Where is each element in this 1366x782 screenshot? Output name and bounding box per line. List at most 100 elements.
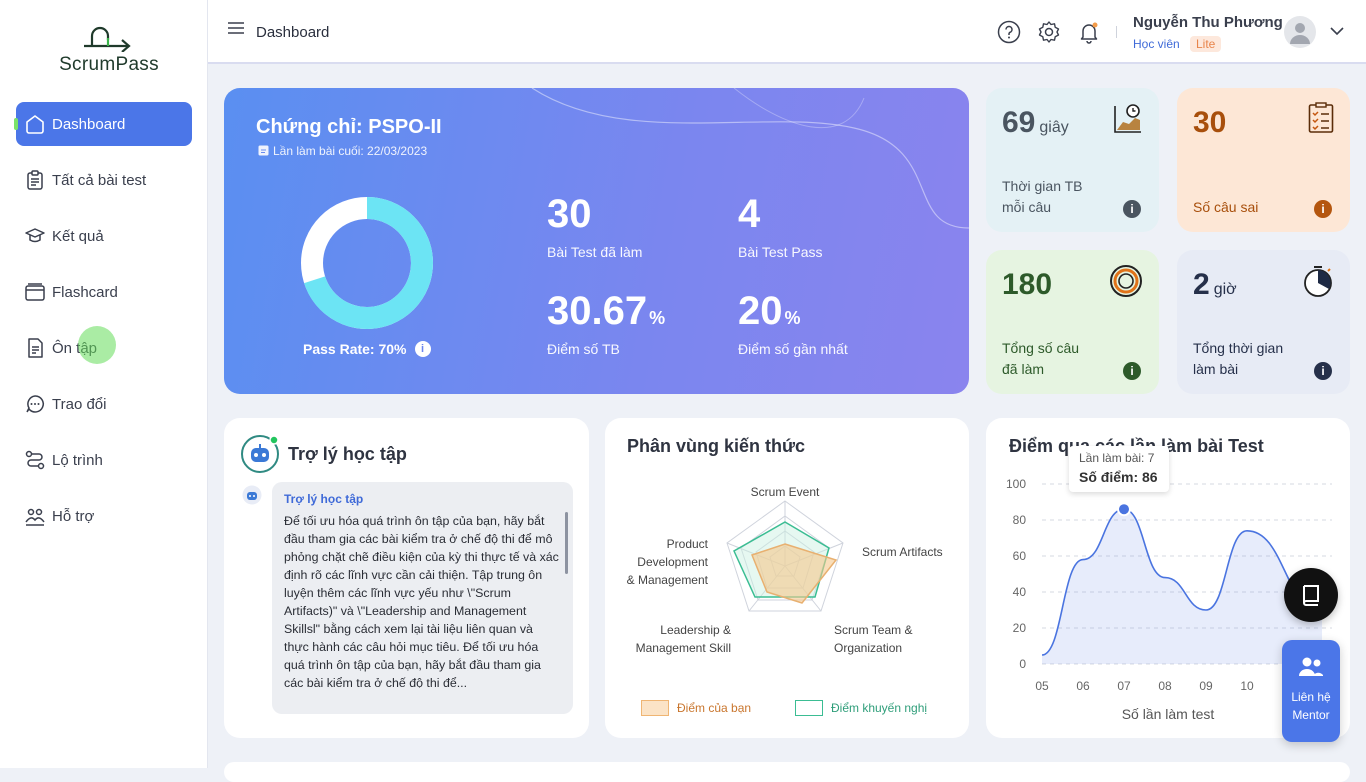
cards-icon xyxy=(25,283,45,301)
sidebar-item-label: Kết quả xyxy=(52,227,104,245)
message-scrollbar[interactable] xyxy=(565,512,568,574)
info-icon[interactable]: i xyxy=(1314,362,1332,380)
plan-badge: Lite xyxy=(1190,36,1222,52)
tooltip-attempt: Lần làm bài: 7 xyxy=(1079,451,1155,465)
users-icon xyxy=(1299,657,1323,676)
assistant-title: Trợ lý học tập xyxy=(288,444,407,464)
stat-label: Điểm số gần nhất xyxy=(738,341,848,357)
notes-icon xyxy=(28,338,43,358)
score-area xyxy=(1042,509,1322,664)
card-label-line2: làm bài xyxy=(1193,361,1239,377)
axis-label: Development xyxy=(637,555,708,569)
card-value: 30 xyxy=(1193,106,1227,139)
stat-value: 20 xyxy=(738,289,783,333)
chevron-down-icon[interactable] xyxy=(1330,26,1344,36)
user-avatar-icon xyxy=(1290,23,1310,44)
bell-icon[interactable] xyxy=(1077,20,1101,44)
bot-message-icon xyxy=(242,485,262,505)
y-tick-label: 40 xyxy=(1013,585,1027,599)
axis-label: Leadership & xyxy=(660,623,731,637)
sidebar-item-discussion[interactable]: Trao đổi xyxy=(16,382,192,426)
x-tick-label: 06 xyxy=(1076,679,1090,693)
certificate-summary-card: Chứng chỉ: PSPO-II Lần làm bài cuối: 22/… xyxy=(224,88,969,394)
pass-rate-label: Pass Rate: 70% i xyxy=(303,341,431,357)
stat-value: 30.67 xyxy=(547,289,648,333)
sidebar-item-label: Dashboard xyxy=(52,115,126,133)
page-title: Dashboard xyxy=(256,24,330,41)
y-tick-label: 0 xyxy=(1019,657,1026,671)
stat-tests-passed: 4 Bài Test Pass xyxy=(738,194,823,260)
pass-rate-text: Pass Rate: 70% xyxy=(303,341,407,357)
time-chart-icon xyxy=(1114,104,1141,133)
stat-label: Bài Test đã làm xyxy=(547,244,643,260)
stat-unit: % xyxy=(784,308,801,328)
sidebar-item-label: Hỗ trợ xyxy=(52,507,95,525)
sidebar-item-roadmap[interactable]: Lộ trình xyxy=(16,438,192,482)
flashcard-book-button[interactable] xyxy=(1284,568,1338,622)
total-time-card: 2 giờ Tổng thời gian làm bài i xyxy=(1177,250,1350,394)
certificate-title: Chứng chỉ: PSPO-II xyxy=(256,116,442,138)
brand-logo[interactable]: ScrumPass xyxy=(54,26,164,76)
x-tick-label: 07 xyxy=(1117,679,1131,693)
calendar-icon xyxy=(258,145,269,156)
x-tick-label: 10 xyxy=(1240,679,1254,693)
gear-icon[interactable] xyxy=(1037,20,1061,44)
info-icon[interactable]: i xyxy=(414,341,431,357)
stat-latest-score: 20% Điểm số gần nhất xyxy=(738,291,848,357)
axis-label: & Management xyxy=(627,573,709,587)
card-unit: giây xyxy=(1039,119,1069,136)
knowledge-area-panel: Phân vùng kiến thức Scrum Event Scrum Ar… xyxy=(605,418,969,738)
card-label-line1: Thời gian TB xyxy=(1002,178,1083,194)
y-tick-label: 60 xyxy=(1013,549,1027,563)
knowledge-radar-chart: Scrum Event Scrum Artifacts Scrum Team &… xyxy=(627,485,943,655)
topbar-separator xyxy=(1116,26,1117,38)
support-icon xyxy=(25,508,45,526)
pass-rate-donut xyxy=(301,197,433,329)
active-data-point[interactable] xyxy=(1117,502,1131,517)
sidebar-item-label: Lộ trình xyxy=(52,451,103,469)
stat-average-score: 30.67% Điểm số TB xyxy=(547,291,665,357)
avg-time-card: 69 giây Thời gian TB mỗi câu i xyxy=(986,88,1159,232)
sidebar-item-dashboard[interactable]: Dashboard xyxy=(14,102,192,146)
stat-tests-taken: 30 Bài Test đã làm xyxy=(547,194,642,260)
last-attempt-text: Lần làm bài cuối: 22/03/2023 xyxy=(273,144,428,158)
stat-unit: % xyxy=(649,308,666,328)
card-unit: giờ xyxy=(1213,281,1237,298)
info-icon[interactable]: i xyxy=(1314,200,1332,218)
avatar[interactable] xyxy=(1284,16,1316,48)
axis-label: Organization xyxy=(834,641,902,655)
contact-mentor-button[interactable]: Liên hệ Mentor xyxy=(1282,640,1340,742)
logo-arrow-icon xyxy=(84,26,131,52)
y-tick-label: 100 xyxy=(1006,477,1026,491)
y-tick-label: 20 xyxy=(1013,621,1027,635)
card-label-line1: Tổng số câu xyxy=(1002,340,1080,356)
message-text: Để tối ưu hóa quá trình ôn tập của bạn, … xyxy=(284,514,559,688)
sidebar-item-flashcard[interactable]: Flashcard xyxy=(16,270,192,314)
card-label-line1: Tổng thời gian xyxy=(1193,340,1284,356)
sidebar-item-all-tests[interactable]: Tất cả bài test xyxy=(16,158,192,202)
chat-icon xyxy=(26,395,44,413)
info-icon[interactable]: i xyxy=(1123,362,1141,380)
sidebar-item-support[interactable]: Hỗ trợ xyxy=(16,494,192,538)
axis-label: Scrum Event xyxy=(751,485,820,499)
info-icon[interactable]: i xyxy=(1123,200,1141,218)
legend-your-score[interactable]: Điểm của bạn xyxy=(641,700,751,716)
message-sender: Trợ lý học tập xyxy=(284,492,364,506)
mentor-label-line1: Liên hệ xyxy=(1291,690,1331,704)
x-tick-label: 05 xyxy=(1035,679,1049,693)
legend-recommended-score[interactable]: Điểm khuyến nghị xyxy=(795,700,927,716)
axis-label: Scrum Team & xyxy=(834,623,912,637)
sidebar-item-results[interactable]: Kết quả xyxy=(16,214,192,258)
axis-label: Management Skill xyxy=(636,641,731,655)
clipboard-icon xyxy=(27,170,43,190)
cursor-click-indicator xyxy=(78,326,116,364)
x-tick-label: 08 xyxy=(1158,679,1172,693)
robot-avatar-icon xyxy=(241,435,279,473)
stat-label: Bài Test Pass xyxy=(738,244,823,260)
hamburger-menu-icon[interactable] xyxy=(228,22,244,34)
wrong-answers-card: 30 Số câu sai i xyxy=(1177,88,1350,232)
sidebar-item-label: Trao đổi xyxy=(52,395,107,413)
help-icon[interactable] xyxy=(997,20,1021,44)
card-label-line2: Số câu sai xyxy=(1193,199,1259,215)
tooltip-score: Số điểm: 86 xyxy=(1079,469,1158,485)
